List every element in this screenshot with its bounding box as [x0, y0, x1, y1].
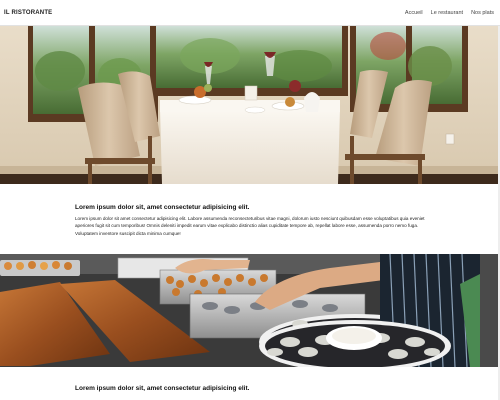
- intro-heading: Lorem ipsum dolor sit, amet consectetur …: [75, 204, 250, 211]
- nav-link-le-restaurant[interactable]: Le restaurant: [431, 10, 463, 16]
- second-heading: Lorem ipsum dolor sit, amet consectetur …: [75, 385, 250, 392]
- hero-image-dining-room: [0, 26, 500, 184]
- intro-paragraph: Lorem ipsum dolor sit amet consectetur a…: [75, 216, 425, 236]
- top-navbar: IL RISTORANTE Accueil Le restaurant Nos …: [0, 0, 500, 26]
- kitchen-illustration: [0, 254, 500, 367]
- nav-link-nos-plats[interactable]: Nos plats: [471, 10, 494, 16]
- brand-logo[interactable]: IL RISTORANTE: [4, 10, 52, 16]
- nav-links: Accueil Le restaurant Nos plats: [405, 10, 494, 16]
- intro-section: Lorem ipsum dolor sit, amet consectetur …: [0, 184, 500, 254]
- second-section: Lorem ipsum dolor sit, amet consectetur …: [0, 367, 500, 400]
- nav-link-accueil[interactable]: Accueil: [405, 10, 423, 16]
- kitchen-image: [0, 254, 500, 367]
- dining-room-illustration: [0, 26, 500, 184]
